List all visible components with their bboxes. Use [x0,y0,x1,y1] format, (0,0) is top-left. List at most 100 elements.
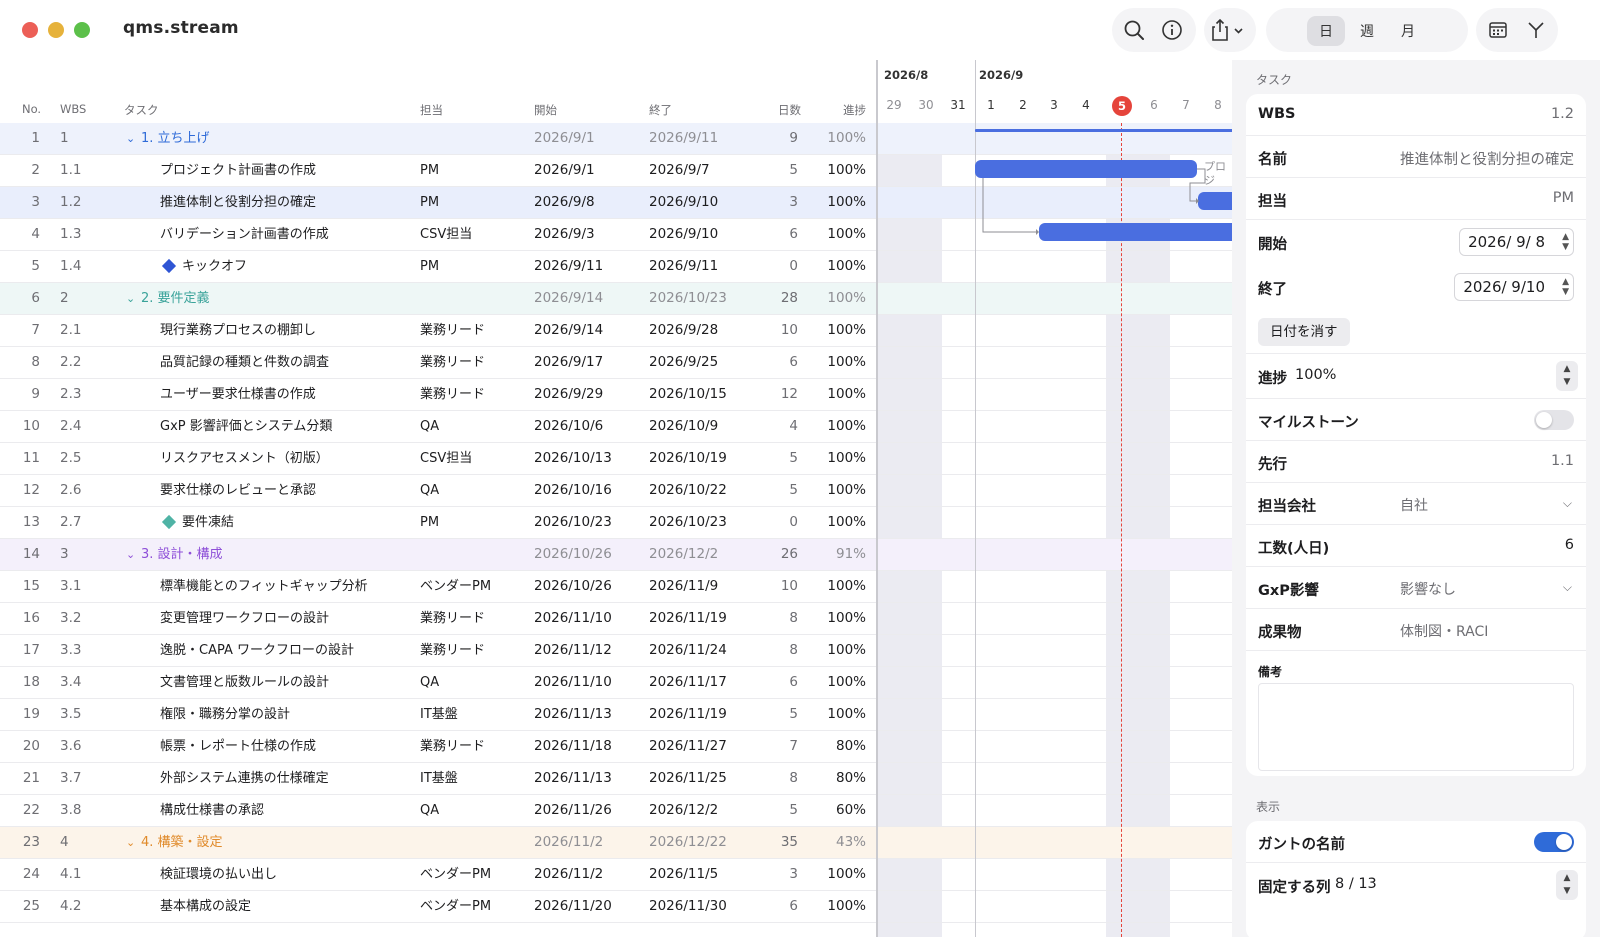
start-date-cell[interactable]: 2026/10/26 [534,539,612,570]
progress-cell[interactable]: 100% [800,187,866,218]
owner-cell[interactable]: 業務リード [420,603,485,634]
view-mode-month[interactable]: 月 [1389,16,1427,46]
start-date-cell[interactable]: 2026/11/20 [534,891,612,922]
task-row[interactable]: 17 3.3 逸脱・CAPA ワークフローの設計 業務リード 2026/11/12 202… [0,635,876,667]
notes-textarea[interactable] [1258,683,1574,771]
task-name-cell[interactable]: 推進体制と役割分担の確定 [160,187,316,218]
progress-cell[interactable]: 100% [800,859,866,890]
task-row[interactable]: 11 2.5 リスクアセスメント（初版） CSV担当 2026/10/13 2026/10… [0,443,876,475]
progress-cell[interactable]: 80% [800,731,866,762]
end-date-cell[interactable]: 2026/12/2 [649,539,718,570]
column-header-end[interactable]: 終了 [649,102,672,118]
close-window-button[interactable] [22,22,38,38]
owner-cell[interactable]: 業務リード [420,379,485,410]
days-cell[interactable]: 6 [740,219,798,250]
progress-cell[interactable]: 100% [800,219,866,250]
chevron-down-icon[interactable]: ⌄ [126,283,138,314]
column-header-progress[interactable]: 進捗 [843,102,866,118]
wbs-cell[interactable]: 2.2 [60,347,81,378]
task-name-cell[interactable]: 変更管理ワークフローの設計 [160,603,329,634]
start-date-cell[interactable]: 2026/9/29 [534,379,603,410]
start-date-cell[interactable]: 2026/11/18 [534,731,612,762]
end-date-cell[interactable]: 2026/11/19 [649,699,727,730]
owner-cell[interactable]: ベンダーPM [420,891,491,922]
days-cell[interactable]: 12 [740,379,798,410]
task-row[interactable]: 2 1.1 プロジェクト計画書の作成 PM 2026/9/1 2026/9/7 5 100% [0,155,876,187]
owner-cell[interactable]: PM [420,251,439,282]
progress-cell[interactable]: 60% [800,795,866,826]
chevron-down-icon[interactable]: ⌄ [126,539,138,570]
task-name-cell[interactable]: 権限・職務分掌の設計 [160,699,290,730]
wbs-cell[interactable]: 1.4 [60,251,81,282]
owner-cell[interactable]: ベンダーPM [420,859,491,890]
wbs-cell[interactable]: 1 [60,123,69,154]
owner-cell[interactable]: 業務リード [420,315,485,346]
wbs-cell[interactable]: 3.2 [60,603,81,634]
end-date-cell[interactable]: 2026/9/7 [649,155,710,186]
task-name-cell[interactable]: 外部システム連携の仕様確定 [160,763,329,794]
name-input[interactable]: 推進体制と役割分担の確定 [1400,148,1574,169]
days-cell[interactable]: 3 [740,187,798,218]
start-date-cell[interactable]: 2026/11/26 [534,795,612,826]
wbs-cell[interactable]: 1.3 [60,219,81,250]
start-date-cell[interactable]: 2026/10/16 [534,475,612,506]
wbs-cell[interactable]: 4.1 [60,859,81,890]
progress-cell[interactable]: 100% [800,347,866,378]
owner-cell[interactable]: QA [420,411,439,442]
gantt-names-toggle[interactable] [1534,832,1574,852]
task-group-row[interactable]: 6 2 ⌄ 2. 要件定義 2026/9/14 2026/10/23 28 100% [0,283,876,315]
start-date-cell[interactable]: 2026/10/13 [534,443,612,474]
start-date-cell[interactable]: 2026/10/6 [534,411,603,442]
start-date-cell[interactable]: 2026/9/17 [534,347,603,378]
task-name-cell[interactable]: リスクアセスメント（初版） [160,443,329,474]
start-date-cell[interactable]: 2026/9/1 [534,123,595,154]
task-name-cell[interactable]: バリデーション計画書の作成 [160,219,329,250]
owner-input[interactable]: PM [1553,190,1574,206]
owner-cell[interactable]: QA [420,667,439,698]
days-cell[interactable]: 3 [740,859,798,890]
progress-cell[interactable]: 100% [800,603,866,634]
end-date-cell[interactable]: 2026/11/5 [649,859,718,890]
wbs-cell[interactable]: 2.5 [60,443,81,474]
view-mode-week[interactable]: 週 [1348,16,1386,46]
progress-cell[interactable]: 43% [800,827,866,858]
clear-date-button[interactable]: 日付を消す [1258,318,1350,346]
chevron-down-icon[interactable]: ⌄ [126,827,138,858]
effort-input[interactable]: 6 [1565,537,1574,553]
days-cell[interactable]: 8 [740,603,798,634]
column-header-wbs[interactable]: WBS [60,102,86,116]
task-name-cell[interactable]: ⌄ 1. 立ち上げ [126,123,210,154]
task-name-cell[interactable]: 要件凍結 [160,507,234,538]
search-icon[interactable] [1114,10,1154,50]
task-name-cell[interactable]: キックオフ [160,251,247,282]
wbs-cell[interactable]: 3 [60,539,69,570]
progress-cell[interactable]: 100% [800,283,866,314]
chevron-down-icon[interactable]: ⌵ [1563,496,1572,511]
owner-cell[interactable]: PM [420,187,439,218]
wbs-cell[interactable]: 2.3 [60,379,81,410]
task-name-cell[interactable]: 検証環境の払い出し [160,859,277,890]
zoom-window-button[interactable] [74,22,90,38]
wbs-cell[interactable]: 2.1 [60,315,81,346]
owner-cell[interactable]: ベンダーPM [420,571,491,602]
today-badge[interactable]: 5 [1112,96,1132,116]
info-icon[interactable] [1152,10,1192,50]
days-cell[interactable]: 35 [740,827,798,858]
task-group-row[interactable]: 23 4 ⌄ 4. 構築・設定 2026/11/2 2026/12/22 35 43% [0,827,876,859]
owner-cell[interactable]: 業務リード [420,347,485,378]
task-name-cell[interactable]: 文書管理と版数ルールの設計 [160,667,329,698]
start-date-cell[interactable]: 2026/9/11 [534,251,603,282]
days-cell[interactable]: 10 [740,571,798,602]
end-date-cell[interactable]: 2026/10/9 [649,411,718,442]
owner-cell[interactable]: CSV担当 [420,443,472,474]
frozen-cols-stepper[interactable]: ▲ ▼ [1556,870,1578,900]
stepper-arrows-icon[interactable]: ▲ ▼ [1562,277,1569,297]
start-date-cell[interactable]: 2026/10/23 [534,507,612,538]
progress-cell[interactable]: 100% [800,315,866,346]
end-date-cell[interactable]: 2026/9/10 [649,219,718,250]
owner-cell[interactable]: 業務リード [420,731,485,762]
start-date-cell[interactable]: 2026/11/13 [534,699,612,730]
start-date-cell[interactable]: 2026/11/12 [534,635,612,666]
end-date-cell[interactable]: 2026/10/19 [649,443,727,474]
stepper-arrows-icon[interactable]: ▲ ▼ [1562,232,1569,252]
